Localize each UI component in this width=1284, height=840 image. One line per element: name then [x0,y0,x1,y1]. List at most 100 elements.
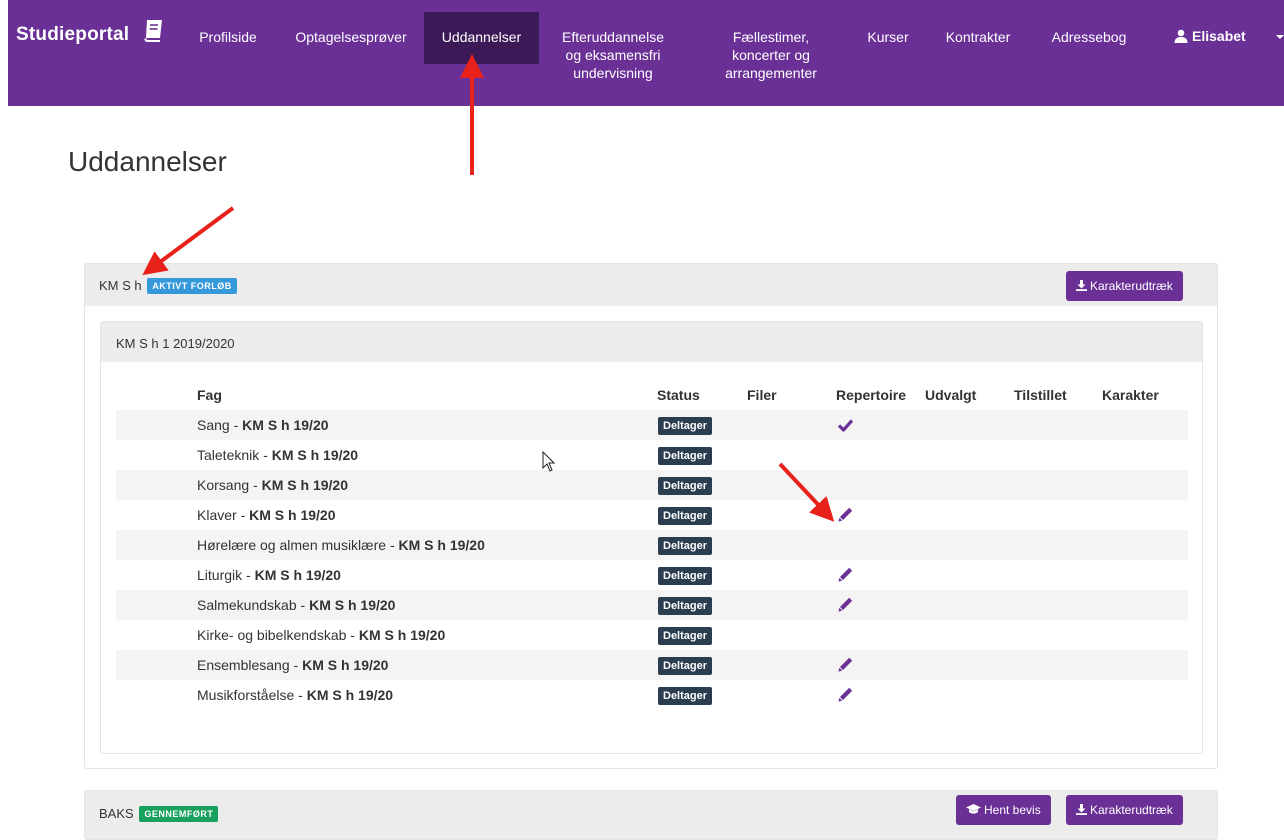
fag-code: KM S h 19/20 [306,687,394,703]
fag-code: KM S h 19/20 [242,417,329,433]
table-row: Liturgik - KM S h 19/20 Deltager [116,560,1188,590]
col-header-repertoire: Repertoire [836,387,907,403]
fag-code: KM S h 19/20 [254,567,341,583]
year-panel-header: KM S h 1 2019/2020 [101,322,1202,362]
pencil-icon[interactable] [838,687,853,702]
col-header-karakter: Karakter [1102,387,1159,403]
row-fag: Musikforståelse - KM S h 19/20 [197,687,394,703]
brand-title[interactable]: Studieportal [16,24,129,46]
fag-name: Ensemblesang [197,657,290,673]
fag-name: Hørelære og almen musiklære [197,537,387,553]
nav-kontrakter[interactable]: Kontrakter [933,12,1023,64]
program-name: KM S h [99,278,142,293]
fag-name: Taleteknik [197,447,260,463]
nav-efteruddannelse-line1: Efteruddannelse [562,29,664,45]
nav-adressebog[interactable]: Adressebog [1041,12,1137,64]
status-badge: Deltager [658,567,713,585]
table-row: Kirke- og bibelkendskab - KM S h 19/20 D… [116,620,1188,650]
table-row: Musikforståelse - KM S h 19/20 Deltager [116,680,1188,710]
nav-faellestimer[interactable]: Fællestimer, koncerter og arrangementer [708,12,834,81]
table-row: Salmekundskab - KM S h 19/20 Deltager [116,590,1188,620]
table-row: Hørelære og almen musiklære - KM S h 19/… [116,530,1188,560]
program-panel-header: KM S h AKTIVT FORLØB Karakterudtræk [85,264,1217,306]
col-header-tilstillet: Tilstillet [1014,387,1067,403]
fag-name: Klaver [197,507,237,523]
fag-name: Kirke- og bibelkendskab [197,627,347,643]
fag-code: KM S h 19/20 [309,597,396,613]
download-icon [1076,804,1087,815]
table-row: Ensemblesang - KM S h 19/20 Deltager [116,650,1188,680]
col-header-status: Status [657,387,700,403]
row-fag: Sang - KM S h 19/20 [197,417,329,433]
nav-optagelsesprover[interactable]: Optagelsesprøver [286,12,416,64]
program-name: BAKS [99,806,134,821]
col-header-filer: Filer [747,387,777,403]
row-fag: Salmekundskab - KM S h 19/20 [197,597,396,613]
fag-name: Liturgik [197,567,243,583]
karakterudtraek-label: Karakterudtræk [1090,803,1173,817]
user-menu[interactable]: Elisabet [1174,28,1246,44]
annotation-arrow-program [142,206,235,276]
status-badge: Deltager [658,447,713,465]
row-fag: Hørelære og almen musiklære - KM S h 19/… [197,537,485,553]
year-panel: KM S h 1 2019/2020 Fag Status Filer Repe… [100,321,1203,754]
row-fag: Taleteknik - KM S h 19/20 [197,447,359,463]
program-title: BAKS GENNEMFØRT [99,806,219,822]
col-header-fag: Fag [197,387,222,403]
status-badge-aktivt: AKTIVT FORLØB [147,278,237,294]
pencil-icon[interactable] [838,507,853,522]
program-panel-km-s-h: KM S h AKTIVT FORLØB Karakterudtræk KM S… [84,263,1218,769]
program-title: KM S h AKTIVT FORLØB [99,278,237,294]
nav-faellestimer-line2: koncerter og [732,47,810,63]
fag-name: Salmekundskab [197,597,297,613]
program-panel-baks: BAKS GENNEMFØRT Hent bevis Karakterudtræ… [84,790,1218,840]
nav-faellestimer-line1: Fællestimer, [732,29,810,45]
karakterudtraek-label: Karakterudtræk [1090,279,1173,293]
pencil-icon[interactable] [838,657,853,672]
book-icon [144,20,162,42]
col-header-udvalgt: Udvalgt [925,387,977,403]
fag-name: Sang [197,417,230,433]
fag-code: KM S h 19/20 [271,447,359,463]
row-fag: Ensemblesang - KM S h 19/20 [197,657,389,673]
pencil-icon[interactable] [838,597,853,612]
year-title: KM S h 1 2019/2020 [116,336,235,351]
nav-efteruddannelse-line3: undervisning [573,65,653,81]
page-title: Uddannelser [68,146,227,177]
user-name: Elisabet [1192,28,1246,44]
karakterudtraek-button[interactable]: Karakterudtræk [1066,795,1183,825]
nav-efteruddannelse[interactable]: Efteruddannelse og eksamensfri undervisn… [553,12,673,81]
status-badge: Deltager [658,627,713,645]
status-badge: Deltager [658,507,713,525]
caret-down-icon[interactable] [1276,35,1284,39]
row-fag: Kirke- og bibelkendskab - KM S h 19/20 [197,627,446,643]
status-badge: Deltager [658,417,713,435]
fag-code: KM S h 19/20 [261,477,348,493]
nav-profilside[interactable]: Profilside [190,12,266,64]
row-fag: Liturgik - KM S h 19/20 [197,567,341,583]
fag-name: Musikforståelse [197,687,295,703]
hent-bevis-label: Hent bevis [984,803,1041,817]
nav-efteruddannelse-line2: og eksamensfri [565,47,661,63]
row-fag: Klaver - KM S h 19/20 [197,507,336,523]
table-row: Klaver - KM S h 19/20 Deltager [116,500,1188,530]
row-fag: Korsang - KM S h 19/20 [197,477,348,493]
fag-code: KM S h 19/20 [358,627,446,643]
top-navbar: Studieportal Profilside Optagelsesprøver… [8,0,1284,106]
status-badge: Deltager [658,477,713,495]
status-badge: Deltager [658,537,713,555]
nav-kurser[interactable]: Kurser [858,12,918,64]
fag-code: KM S h 19/20 [398,537,485,553]
fag-code: KM S h 19/20 [249,507,336,523]
nav-uddannelser[interactable]: Uddannelser [424,12,539,64]
table-row: Korsang - KM S h 19/20 Deltager [116,470,1188,500]
nav-faellestimer-line3: arrangementer [725,65,817,81]
graduation-cap-icon [966,804,981,814]
user-icon [1174,29,1188,43]
status-badge: Deltager [658,687,713,705]
status-badge-gennemfort: GENNEMFØRT [139,806,219,822]
karakterudtraek-button[interactable]: Karakterudtræk [1066,271,1183,301]
fag-name: Korsang [197,477,250,493]
hent-bevis-button[interactable]: Hent bevis [956,795,1051,825]
pencil-icon[interactable] [838,567,853,582]
